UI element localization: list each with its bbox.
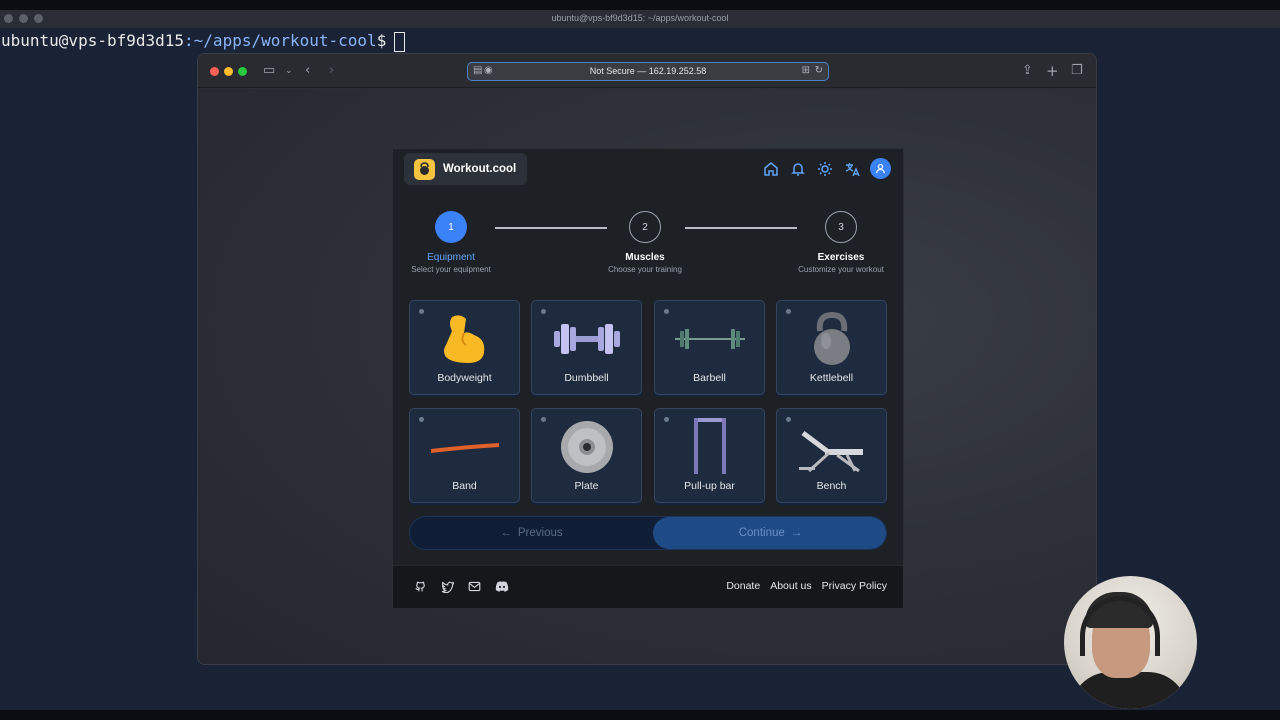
equipment-card-kettlebell[interactable]: Kettlebell (776, 300, 887, 395)
dumbbell-icon (532, 311, 641, 367)
app-name: Workout.cool (443, 163, 517, 175)
share-icon[interactable]: ⇪ (1022, 63, 1033, 79)
terminal-titlebar: ubuntu@vps-bf9d3d15: ~/apps/workout-cool (0, 0, 1280, 28)
github-icon[interactable] (413, 579, 428, 594)
page-viewport: Workout.cool 1 Equipment Select your equ… (198, 89, 1096, 664)
continue-label: Continue (738, 527, 785, 539)
equipment-card-band[interactable]: Band (409, 408, 520, 503)
flexed-biceps-icon (410, 311, 519, 367)
header-actions (762, 158, 891, 179)
previous-label: Previous (517, 527, 563, 539)
footer-links: Donate About us Privacy Policy (726, 580, 887, 592)
chevron-down-icon[interactable]: ⌄ (285, 63, 293, 79)
prompt-path: :~/apps/workout-cool (184, 31, 377, 50)
screen-bottom-edge (0, 710, 1280, 720)
address-text: Not Secure — 162.19.252.58 (589, 66, 707, 76)
equipment-label: Kettlebell (809, 372, 854, 384)
equipment-label: Dumbbell (564, 372, 609, 384)
prompt-user: ubuntu@vps-bf9d3d15 (1, 31, 185, 50)
step-connector (685, 227, 797, 229)
webcam-overlay (1064, 576, 1197, 709)
terminal-title: ubuntu@vps-bf9d3d15: ~/apps/workout-cool (551, 13, 729, 23)
equipment-label: Barbell (693, 372, 726, 384)
terminal-prompt[interactable]: ubuntu@vps-bf9d3d15:~/apps/workout-cool$ (1, 30, 406, 52)
step-subtitle: Choose your training (608, 265, 682, 274)
maximize-window-button[interactable] (238, 67, 247, 76)
reload-icon[interactable]: ↻ (815, 65, 823, 76)
privacy-policy-link[interactable]: Privacy Policy (822, 580, 887, 592)
close-window-button[interactable] (210, 67, 219, 76)
home-icon[interactable] (762, 160, 780, 178)
donate-link[interactable]: Donate (726, 580, 760, 592)
equipment-label: Band (452, 480, 477, 492)
barbell-icon (655, 311, 764, 367)
app-footer: Donate About us Privacy Policy (393, 565, 903, 608)
equipment-card-plate[interactable]: Plate (531, 408, 642, 503)
translate-icon[interactable] (843, 160, 861, 178)
stepper: 1 Equipment Select your equipment 2 Musc… (393, 211, 905, 281)
equipment-card-barbell[interactable]: Barbell (654, 300, 765, 395)
browser-window: ▭ ⌄ ‹ › ▤ ◉ Not Secure — 162.19.252.58 ⊞… (197, 53, 1097, 665)
twitter-icon[interactable] (440, 579, 455, 594)
app-header: Workout.cool (393, 149, 903, 189)
bench-icon (777, 423, 886, 479)
step-label: Exercises (817, 252, 865, 263)
step-navigation: ← Previous Continue → (409, 516, 887, 550)
address-bar[interactable]: ▤ ◉ Not Secure — 162.19.252.58 ⊞ ↻ (467, 62, 829, 81)
forward-icon[interactable]: › (329, 63, 334, 79)
sidebar-toggle-icon[interactable]: ▭ (263, 63, 275, 79)
new-tab-icon[interactable]: + (1046, 63, 1059, 79)
equipment-card-pullup-bar[interactable]: Pull-up bar (654, 408, 765, 503)
step-label: Muscles (625, 252, 665, 263)
step-number: 3 (825, 211, 857, 243)
step-equipment[interactable]: 1 Equipment Select your equipment (396, 211, 506, 274)
step-number: 1 (435, 211, 467, 243)
equipment-card-dumbbell[interactable]: Dumbbell (531, 300, 642, 395)
step-subtitle: Select your equipment (411, 265, 491, 274)
equipment-label: Plate (574, 480, 599, 492)
equipment-label: Bodyweight (437, 372, 492, 384)
step-subtitle: Customize your workout (798, 265, 884, 274)
minimize-window-button[interactable] (224, 67, 233, 76)
previous-button[interactable]: ← Previous (410, 517, 653, 549)
prompt-symbol: $ (376, 31, 387, 50)
window-controls (210, 67, 247, 76)
equipment-card-bench[interactable]: Bench (776, 408, 887, 503)
workout-app: Workout.cool 1 Equipment Select your equ… (392, 148, 904, 608)
kettlebell-logo-icon (414, 158, 435, 180)
step-exercises[interactable]: 3 Exercises Customize your workout (786, 211, 896, 274)
sun-icon[interactable] (816, 160, 834, 178)
equipment-card-bodyweight[interactable]: Bodyweight (409, 300, 520, 395)
equipment-label: Pull-up bar (684, 480, 735, 492)
equipment-label: Bench (816, 480, 847, 492)
social-links (413, 579, 509, 594)
bell-icon[interactable] (789, 160, 807, 178)
terminal-cursor (394, 31, 406, 52)
plate-icon (532, 419, 641, 475)
user-icon[interactable] (870, 158, 891, 179)
translate-page-icon[interactable]: ⊞ (802, 65, 810, 76)
step-muscles[interactable]: 2 Muscles Choose your training (590, 211, 700, 274)
arrow-left-icon: ← (500, 527, 512, 539)
pullup-bar-icon (655, 413, 764, 479)
logo-link[interactable]: Workout.cool (404, 153, 527, 185)
discord-icon[interactable] (494, 579, 509, 594)
about-us-link[interactable]: About us (770, 580, 811, 592)
arrow-right-icon: → (790, 527, 803, 539)
mail-icon[interactable] (467, 579, 482, 594)
kettlebell-icon (777, 311, 886, 367)
continue-button[interactable]: Continue → (653, 517, 886, 549)
tab-overview-icon[interactable]: ❐ (1071, 63, 1083, 79)
back-icon[interactable]: ‹ (305, 63, 310, 79)
step-label: Equipment (427, 252, 475, 263)
band-icon (410, 419, 519, 475)
step-number: 2 (629, 211, 661, 243)
browser-toolbar: ▭ ⌄ ‹ › ▤ ◉ Not Secure — 162.19.252.58 ⊞… (198, 54, 1096, 88)
selection-indicator (786, 417, 791, 422)
